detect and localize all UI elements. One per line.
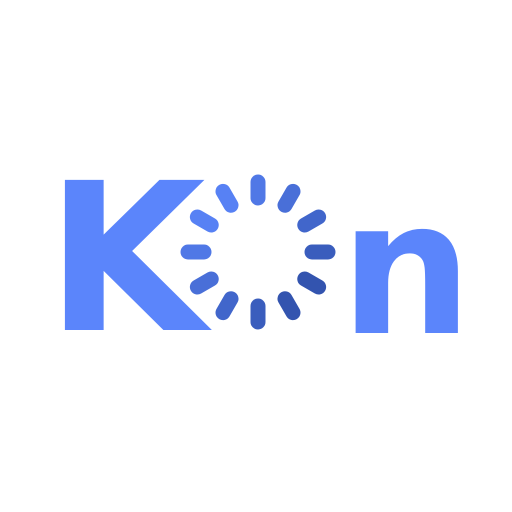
spinner-spoke [189,209,219,233]
spinner-spoke [297,271,327,295]
spinner-spoke [215,183,239,213]
spinner-spoke [189,271,219,295]
spinner-spoke [277,183,301,213]
spinner-spoke [215,291,239,321]
spinner-spoke [277,291,301,321]
logo-letter-n: n [340,160,473,377]
spinner-spoke [297,209,327,233]
logo: K n [0,0,512,512]
